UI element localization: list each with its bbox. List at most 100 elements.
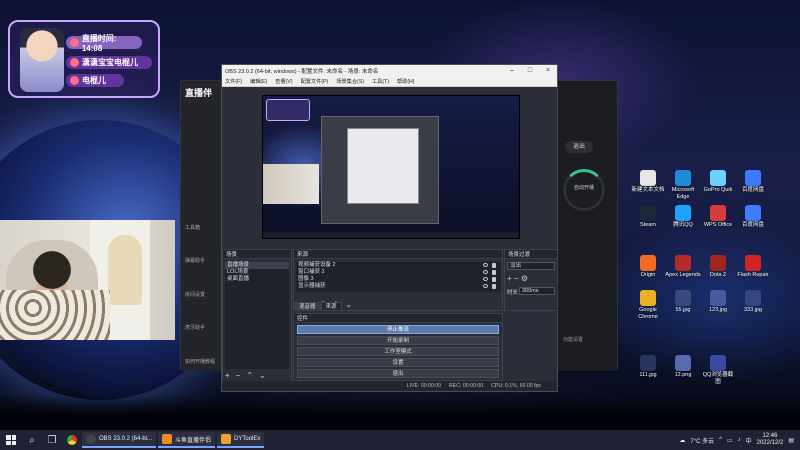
menu-tools[interactable]: 工具(T) [372, 78, 389, 85]
minimize-icon[interactable]: – [503, 65, 521, 77]
desktop-icon[interactable]: 111.jpg [630, 355, 666, 379]
gear-icon[interactable]: ⚙ [521, 274, 528, 283]
down-icon[interactable]: ⌄ [345, 300, 352, 309]
desktop-icon[interactable]: GoPro Quik [700, 170, 736, 194]
lock-icon[interactable] [492, 270, 496, 275]
app-icon [640, 290, 656, 306]
weather-text[interactable]: 7°C 多云 [690, 436, 714, 445]
chrome-icon[interactable] [62, 430, 82, 450]
eye-icon[interactable] [483, 270, 488, 274]
source-item[interactable]: 窗口捕获 2 [296, 269, 500, 276]
desktop-icon-label: Origin [640, 272, 656, 278]
lock-icon[interactable] [492, 284, 496, 289]
cat-house [108, 235, 142, 305]
nav-huya[interactable]: 虎牙助手 [185, 324, 205, 331]
desktop-icon[interactable]: 12.png [665, 355, 701, 379]
start-recording-button[interactable]: 开始录制 [297, 336, 499, 345]
desktop-icon[interactable]: Apex Legends [665, 255, 701, 279]
exit-button[interactable]: 退出 [297, 369, 499, 378]
desktop-icon[interactable]: Steam [630, 205, 666, 229]
obs-preview-canvas[interactable] [262, 95, 520, 239]
duration-input[interactable]: 300ms [519, 287, 555, 295]
tray-overflow-icon[interactable]: ^ [719, 437, 722, 443]
desktop-icon[interactable]: 百度网盘 [735, 205, 771, 229]
taskbar-app-obs[interactable]: OBS 23.0.2 (64-bi... [82, 432, 157, 448]
desktop-icon[interactable]: Dota 2 [700, 255, 736, 279]
clock-icon [70, 38, 79, 47]
desktop-icon[interactable]: 百度网盘 [735, 170, 771, 194]
studio-mode-button[interactable]: 工作室模式 [297, 347, 499, 356]
scene-item[interactable]: LOL场景 [225, 269, 289, 276]
nav-tutorial[interactable]: 如何开播教程 [185, 358, 215, 365]
lock-icon[interactable] [492, 277, 496, 282]
close-icon[interactable]: × [539, 65, 557, 77]
desktop-icon-label: Apex Legends [665, 272, 701, 278]
folder-icon [221, 434, 232, 444]
desktop-icon-label: GoPro Quik [703, 187, 733, 193]
menu-help[interactable]: 帮助(H) [397, 78, 415, 85]
desktop-icon-label: Steam [640, 222, 656, 228]
nav-toolbox[interactable]: 工具箱 [185, 224, 200, 231]
clock[interactable]: 12:46 2022/12/2 [757, 433, 784, 447]
scene-item[interactable]: 直播场景 [225, 262, 289, 269]
transition-select[interactable]: 淡出 [507, 262, 555, 270]
desktop-icon[interactable]: 新建文本文档 [630, 170, 666, 194]
douyu-icon [162, 434, 173, 444]
ime-indicator[interactable]: 中 [746, 436, 752, 445]
source-item[interactable]: 图像 3 [296, 276, 500, 283]
taskbar-app-dytoolex[interactable]: DYToolEx [217, 432, 265, 448]
remove-icon[interactable]: − [236, 371, 241, 380]
tab-sources[interactable]: 来源 [320, 302, 342, 311]
desktop-icon-label: Google Chrome [638, 307, 658, 320]
app-icon [710, 290, 726, 306]
start-button[interactable] [0, 430, 22, 450]
scenes-title: 场景 [223, 250, 291, 259]
desktop-icon[interactable]: 123.jpg [700, 290, 736, 314]
app-icon [640, 205, 656, 221]
scene-item[interactable]: 桌面直播 [225, 276, 289, 283]
eye-icon[interactable] [483, 263, 488, 267]
desktop-icon[interactable]: Google Chrome [630, 290, 666, 320]
obs-titlebar[interactable]: OBS 23.0.2 (64-bit, windows) - 配置文件: 未命名… [222, 65, 557, 77]
menu-view[interactable]: 查看(V) [275, 78, 292, 85]
taskbar-app-douyu[interactable]: 斗鱼直播伴侣 [158, 432, 216, 448]
notification-icon[interactable]: ▤ [788, 437, 794, 444]
settings-button[interactable]: 设置 [297, 358, 499, 367]
task-view-icon[interactable]: ❐ [42, 430, 62, 450]
desktop-icon[interactable]: Microsoft Edge [665, 170, 701, 200]
scene-toolbar: + − ⌃ ⌄ [225, 371, 266, 380]
nav-room[interactable]: 房间设置 [185, 291, 205, 298]
menu-file[interactable]: 文件(F) [225, 78, 242, 85]
desktop-icon[interactable]: WPS Office [700, 205, 736, 229]
stop-streaming-button[interactable]: 停止推流 [297, 325, 499, 334]
obs-statusbar: LIVE: 00:00:00 REC: 00:00:00 CPU: 0.1%, … [222, 381, 557, 391]
menu-scene-collection[interactable]: 场景集合(S) [336, 78, 364, 85]
desktop-icon[interactable]: 55.jpg [665, 290, 701, 314]
maximize-icon[interactable]: □ [521, 65, 539, 77]
obs-window[interactable]: OBS 23.0.2 (64-bit, windows) - 配置文件: 未命名… [221, 64, 558, 392]
search-icon[interactable]: ⌕ [22, 430, 42, 450]
menu-profile[interactable]: 配置文件(P) [301, 78, 329, 85]
desktop-icon[interactable]: Origin [630, 255, 666, 279]
desktop-icon[interactable]: 333.jpg [735, 290, 771, 314]
lock-icon[interactable] [492, 263, 496, 268]
add-icon[interactable]: + [507, 274, 512, 283]
nav-danmaku[interactable]: 弹幕助手 [185, 257, 205, 264]
add-icon[interactable]: + [225, 371, 230, 380]
desktop-icon[interactable]: 腾讯QQ [665, 205, 701, 229]
desktop-icon[interactable]: Flash Repair [735, 255, 771, 279]
desktop-icon[interactable]: QQ浏览器截图 [700, 355, 736, 385]
volume-icon[interactable]: ♪ [738, 437, 741, 443]
settings-hint[interactable]: 功能设置 [563, 336, 583, 343]
eye-icon[interactable] [483, 277, 488, 281]
source-item[interactable]: 显示器捕获 [296, 283, 500, 290]
eye-icon[interactable] [483, 284, 488, 288]
menu-edit[interactable]: 编辑(E) [250, 78, 267, 85]
down-icon[interactable]: ⌄ [259, 371, 266, 380]
exit-button[interactable]: 退出 [565, 141, 593, 153]
up-icon[interactable]: ⌃ [246, 371, 253, 380]
network-icon[interactable]: ▭ [727, 437, 733, 444]
tab-mixer[interactable]: 混音器 [294, 302, 321, 311]
remove-icon[interactable]: − [514, 274, 519, 283]
source-item[interactable]: 视频捕获设备 2 [296, 262, 500, 269]
